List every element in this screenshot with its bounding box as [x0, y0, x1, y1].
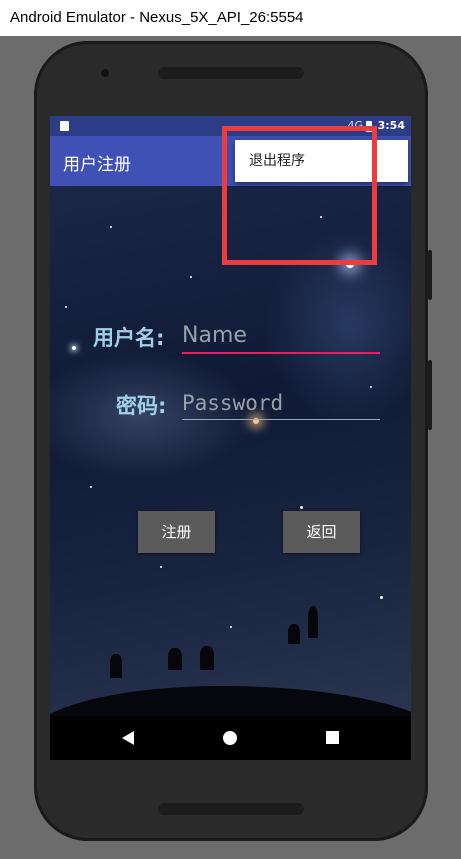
person-silhouette	[110, 654, 122, 678]
nav-recent-icon[interactable]	[326, 731, 339, 744]
person-silhouette	[308, 606, 318, 638]
volume-button[interactable]	[428, 250, 432, 300]
username-input[interactable]: Name	[182, 320, 380, 354]
window-title: Android Emulator - Nexus_5X_API_26:5554	[0, 0, 461, 36]
power-button[interactable]	[428, 360, 432, 430]
password-label: 密码:	[116, 394, 167, 418]
person-silhouette	[200, 646, 214, 670]
register-button[interactable]: 注册	[138, 511, 215, 553]
nav-home-icon[interactable]	[223, 731, 237, 745]
bottom-speaker	[158, 803, 304, 815]
sd-card-icon	[60, 121, 69, 131]
password-input[interactable]: Password	[182, 387, 380, 420]
top-speaker	[158, 67, 304, 79]
back-button[interactable]: 返回	[283, 511, 360, 553]
nav-back-icon[interactable]	[122, 731, 134, 745]
front-camera-icon	[101, 69, 109, 77]
person-silhouette	[288, 624, 300, 644]
person-silhouette	[168, 648, 182, 670]
app-title: 用户注册	[63, 155, 131, 175]
password-placeholder: Password	[182, 391, 284, 415]
status-time: 3:54	[377, 119, 405, 132]
username-placeholder: Name	[182, 323, 247, 348]
emulator-window: Android Emulator - Nexus_5X_API_26:5554 …	[0, 0, 461, 859]
highlight-box	[222, 126, 377, 265]
starry-background	[50, 186, 411, 716]
username-label: 用户名:	[93, 326, 165, 350]
navigation-bar	[50, 716, 411, 760]
